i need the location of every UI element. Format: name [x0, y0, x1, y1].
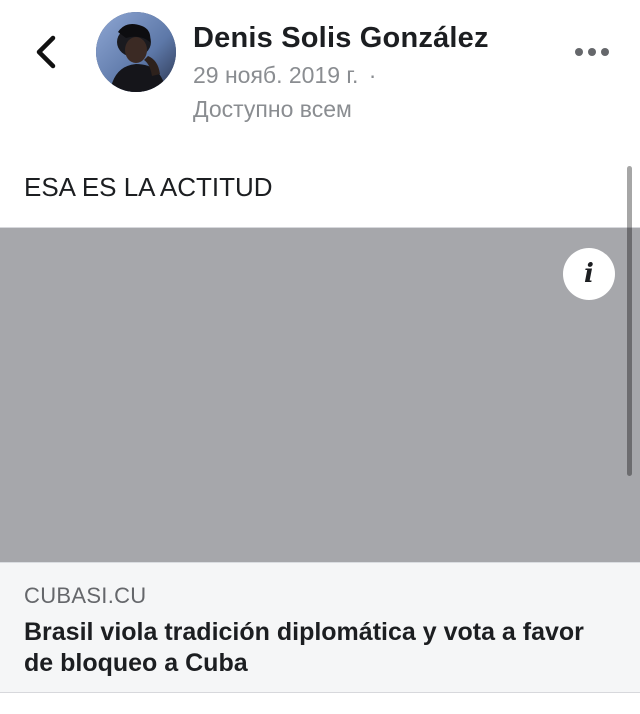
more-horizontal-icon — [575, 48, 609, 56]
post-screen: Denis Solis González 29 нояб. 2019 г. · … — [0, 0, 640, 714]
meta-separator: · — [368, 62, 377, 88]
author-name[interactable]: Denis Solis González — [193, 22, 489, 55]
more-options-button[interactable] — [566, 36, 618, 68]
info-icon: i — [584, 259, 594, 289]
post-meta: 29 нояб. 2019 г. · — [193, 62, 376, 89]
link-domain: CUBASI.CU — [24, 583, 147, 608]
profile-photo — [96, 12, 176, 92]
post-header: Denis Solis González 29 нояб. 2019 г. · … — [0, 0, 640, 140]
audience-label: Доступно всем — [193, 96, 352, 122]
scrollbar[interactable] — [627, 166, 632, 476]
post-date[interactable]: 29 нояб. 2019 г. — [193, 62, 358, 88]
link-preview-card[interactable]: i CUBASI.CU Brasil viola tradición diplo… — [0, 227, 640, 693]
link-preview-image[interactable]: i — [0, 228, 640, 562]
back-button[interactable] — [22, 28, 70, 76]
link-title[interactable]: Brasil viola tradición diplomática y vot… — [24, 617, 614, 679]
post-text: ESA ES LA ACTITUD — [24, 172, 273, 202]
avatar[interactable] — [96, 12, 176, 92]
link-preview-footer[interactable]: CUBASI.CU Brasil viola tradición diplomá… — [0, 562, 640, 692]
chevron-left-icon — [36, 35, 56, 69]
info-button[interactable]: i — [563, 248, 615, 300]
